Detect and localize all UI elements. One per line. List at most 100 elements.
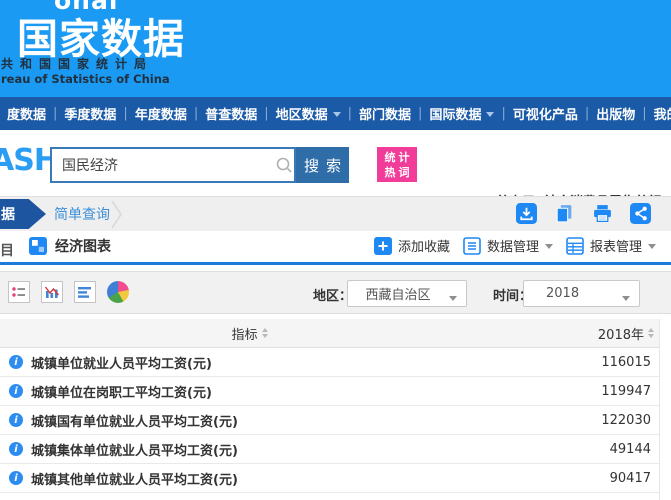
year-column-header[interactable]: 2018年: [499, 324, 659, 343]
data-manage-label: 数据管理: [487, 236, 539, 255]
indicator-name: 城镇单位在岗职工平均工资(元): [31, 382, 212, 401]
download-icon[interactable]: [516, 203, 537, 224]
hot-badge-line1: 统计: [380, 150, 417, 165]
hot-words: GDP CPI 总人口 社会消费品零售总额 粮食产量 PMI PPI: [423, 145, 661, 196]
search-section: ASHU 搜索 统计 热词 GDP CPI 总人口 社会消费品零售总额 粮食产量…: [0, 130, 671, 196]
indicator-cell: i 城镇其他单位就业人员平均工资(元): [0, 469, 504, 488]
indicator-name: 城镇单位就业人员平均工资(元): [31, 353, 212, 372]
nav-item-international[interactable]: 国际数据: [422, 104, 501, 123]
value-cell: 116015: [504, 355, 659, 370]
info-icon[interactable]: i: [9, 442, 23, 456]
info-icon[interactable]: i: [9, 384, 23, 398]
tab-label-fragment[interactable]: 目: [0, 240, 14, 260]
main-nav: 度数据 | 季度数据 | 年度数据 | 普查数据 | 地区数据 | 部门数据 |…: [0, 97, 671, 130]
chevron-down-icon: [333, 112, 341, 121]
report-manage-label: 报表管理: [590, 236, 642, 255]
table-row[interactable]: i 城镇其他单位就业人员平均工资(元) 90417: [0, 464, 659, 493]
indicator-cell: i 城镇国有单位就业人员平均工资(元): [0, 411, 504, 430]
value-cell: 90417: [504, 471, 659, 486]
search-box: [50, 147, 296, 183]
page: onal 国家数据 共和国国家统计局 reau of Statistics of…: [0, 0, 671, 500]
info-icon[interactable]: i: [9, 355, 23, 369]
nav-item-visualization[interactable]: 可视化产品: [506, 104, 585, 123]
table-row[interactable]: i 城镇单位就业人员平均工资(元) 116015: [0, 348, 659, 377]
value-cell: 119947: [504, 384, 659, 399]
nav-item-label: 可视化产品: [513, 104, 578, 123]
nav-item-favorites[interactable]: 我的收藏: [647, 104, 671, 123]
search-button[interactable]: 搜索: [296, 147, 349, 183]
time-value: 2018: [546, 286, 579, 301]
report-manage-button[interactable]: 报表管理: [566, 236, 656, 255]
action-buttons: 添加收藏 数据管理 报表管理: [374, 236, 656, 255]
indicator-column-header[interactable]: 指标: [0, 324, 499, 343]
site-header: onal 国家数据 共和国国家统计局 reau of Statistics of…: [0, 0, 671, 97]
print-icon[interactable]: [592, 203, 613, 224]
search-input[interactable]: [52, 157, 274, 173]
share-icon[interactable]: [630, 203, 651, 224]
indicator-cell: i 城镇单位在岗职工平均工资(元): [0, 382, 504, 401]
nav-item-department[interactable]: 部门数据: [352, 104, 418, 123]
tab-economic-charts[interactable]: 经济图表: [29, 236, 111, 256]
time-select[interactable]: 2018: [523, 280, 640, 307]
value-cell: 49144: [504, 442, 659, 457]
breadcrumb-simple-query[interactable]: 简单查询: [54, 197, 110, 231]
nav-item-census[interactable]: 普查数据: [198, 104, 264, 123]
table-row[interactable]: i 城镇单位在岗职工平均工资(元) 119947: [0, 377, 659, 406]
add-favorite-label: 添加收藏: [398, 236, 450, 255]
nav-item-label: 国际数据: [429, 104, 481, 123]
list-view-icon[interactable]: [8, 281, 30, 303]
table-row[interactable]: i 城镇国有单位就业人员平均工资(元) 122030: [0, 406, 659, 435]
nav-item-label: 普查数据: [205, 104, 257, 123]
nav-item-label: 地区数据: [276, 104, 328, 123]
nav-item-monthly[interactable]: 度数据: [0, 104, 53, 123]
hot-words-badge: 统计 热词: [377, 147, 417, 182]
tab-bar: 目 经济图表 添加收藏 数据管理: [0, 231, 671, 265]
hot-badge-line2: 热词: [380, 165, 417, 180]
indicator-name: 城镇其他单位就业人员平均工资(元): [31, 469, 238, 488]
chevron-down-icon: [486, 112, 494, 121]
indicator-header-label: 指标: [231, 324, 257, 343]
nav-item-label: 年度数据: [135, 104, 187, 123]
sort-icon[interactable]: [262, 328, 268, 338]
region-select[interactable]: 西藏自治区: [347, 280, 467, 307]
nav-item-label: 度数据: [7, 104, 46, 123]
sort-icon[interactable]: [648, 328, 654, 338]
horizontal-bars-icon[interactable]: [74, 281, 96, 303]
breadcrumb-tab[interactable]: 据: [0, 199, 46, 229]
chevron-right-icon: [110, 199, 124, 230]
nav-item-label: 出版物: [596, 104, 635, 123]
chevron-down-icon: [449, 296, 457, 305]
indicator-name: 城镇集体单位就业人员平均工资(元): [31, 440, 238, 459]
pie-chart-icon[interactable]: [107, 281, 129, 303]
info-icon[interactable]: i: [9, 471, 23, 485]
chevron-down-icon: [622, 296, 630, 305]
list-doc-icon: [463, 237, 481, 255]
copy-icon[interactable]: [554, 203, 575, 224]
indicator-cell: i 城镇集体单位就业人员平均工资(元): [0, 440, 504, 459]
nav-item-regional[interactable]: 地区数据: [269, 104, 348, 123]
plus-icon: [374, 237, 392, 255]
nav-item-quarterly[interactable]: 季度数据: [57, 104, 123, 123]
chart-grid-icon: [29, 237, 47, 255]
view-switcher: [8, 281, 129, 303]
toolbar: [516, 203, 651, 224]
search-icon[interactable]: [274, 155, 294, 175]
data-manage-button[interactable]: 数据管理: [463, 236, 553, 255]
region-value: 西藏自治区: [365, 284, 430, 303]
bar-line-chart-icon[interactable]: [41, 281, 63, 303]
indicator-name: 城镇国有单位就业人员平均工资(元): [31, 411, 238, 430]
nav-item-label: 部门数据: [359, 104, 411, 123]
logo-subtitle-en: reau of Statistics of China: [1, 72, 170, 86]
nav-item-label: 我的收藏: [654, 104, 671, 123]
table-grid-icon: [566, 237, 584, 255]
info-icon[interactable]: i: [9, 413, 23, 427]
add-favorite-button[interactable]: 添加收藏: [374, 236, 450, 255]
year-header-label: 2018年: [598, 324, 644, 343]
nav-item-annual[interactable]: 年度数据: [128, 104, 194, 123]
logo-subtitle-cn: 共和国国家统计局: [1, 55, 153, 72]
tab-label: 经济图表: [55, 236, 111, 256]
table-row[interactable]: i 城镇集体单位就业人员平均工资(元) 49144: [0, 435, 659, 464]
nav-item-publications[interactable]: 出版物: [589, 104, 642, 123]
indicator-cell: i 城镇单位就业人员平均工资(元): [0, 353, 504, 372]
table-row[interactable]: i 城镇单位就业人员平均工资指数(上年=100) 108.1: [0, 493, 659, 500]
